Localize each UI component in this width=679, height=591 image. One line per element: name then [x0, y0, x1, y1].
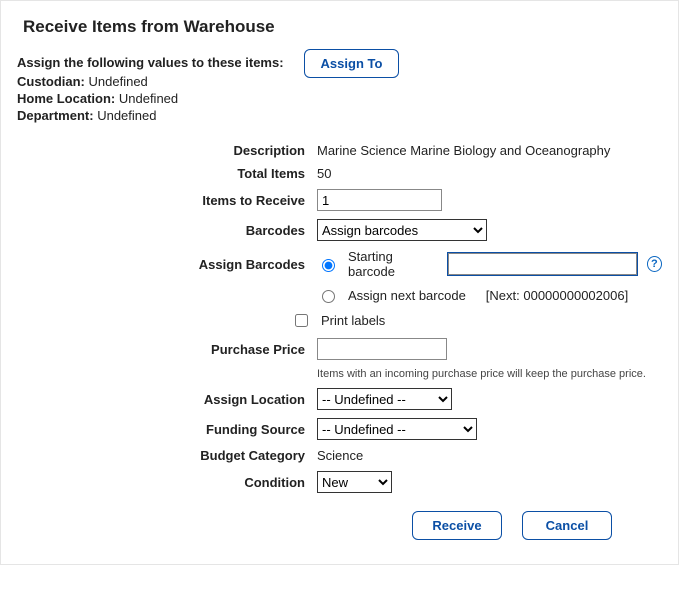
custodian-value: Undefined: [89, 74, 148, 89]
home-location-label: Home Location:: [17, 91, 115, 106]
home-location-value: Undefined: [119, 91, 178, 106]
custodian-line: Custodian: Undefined: [17, 74, 284, 89]
condition-select[interactable]: New: [317, 471, 392, 493]
barcodes-select[interactable]: Assign barcodes: [317, 219, 487, 241]
assign-summary: Assign the following values to these ite…: [17, 55, 284, 125]
assign-location-select[interactable]: -- Undefined --: [317, 388, 452, 410]
assign-location-label: Assign Location: [17, 392, 317, 407]
items-to-receive-label: Items to Receive: [17, 193, 317, 208]
action-bar: Receive Cancel: [17, 511, 662, 540]
home-location-line: Home Location: Undefined: [17, 91, 284, 106]
form-area: Description Marine Science Marine Biolog…: [17, 143, 662, 540]
total-items-label: Total Items: [17, 166, 317, 181]
assign-next-barcode-radio[interactable]: [322, 290, 335, 303]
assign-next-barcode-label: Assign next barcode: [348, 288, 466, 303]
items-to-receive-input[interactable]: [317, 189, 442, 211]
next-barcode-text: [Next: 00000000002006]: [486, 288, 628, 303]
funding-source-select[interactable]: -- Undefined --: [317, 418, 477, 440]
starting-barcode-radio[interactable]: [322, 259, 335, 272]
assign-to-button[interactable]: Assign To: [304, 49, 400, 78]
page-title: Receive Items from Warehouse: [23, 17, 662, 37]
receive-button[interactable]: Receive: [412, 511, 502, 540]
assign-heading: Assign the following values to these ite…: [17, 55, 284, 70]
description-label: Description: [17, 143, 317, 158]
print-labels-label: Print labels: [321, 313, 385, 328]
total-items-value: 50: [317, 166, 331, 181]
condition-label: Condition: [17, 475, 317, 490]
cancel-button[interactable]: Cancel: [522, 511, 612, 540]
starting-barcode-input[interactable]: [448, 253, 637, 275]
purchase-price-label: Purchase Price: [17, 342, 317, 357]
department-value: Undefined: [97, 108, 156, 123]
department-line: Department: Undefined: [17, 108, 284, 123]
purchase-price-input[interactable]: [317, 338, 447, 360]
purchase-price-hint: Items with an incoming purchase price wi…: [317, 368, 646, 380]
assign-barcodes-label: Assign Barcodes: [17, 257, 317, 272]
starting-barcode-label: Starting barcode: [348, 249, 438, 279]
department-label: Department:: [17, 108, 94, 123]
help-icon[interactable]: ?: [647, 256, 662, 272]
barcodes-label: Barcodes: [17, 223, 317, 238]
budget-category-value: Science: [317, 448, 363, 463]
print-labels-checkbox[interactable]: [295, 314, 308, 327]
description-value: Marine Science Marine Biology and Oceano…: [317, 143, 610, 158]
receive-items-panel: Receive Items from Warehouse Assign the …: [0, 0, 679, 565]
assign-summary-row: Assign the following values to these ite…: [17, 55, 662, 125]
budget-category-label: Budget Category: [17, 448, 317, 463]
funding-source-label: Funding Source: [17, 422, 317, 437]
custodian-label: Custodian:: [17, 74, 85, 89]
